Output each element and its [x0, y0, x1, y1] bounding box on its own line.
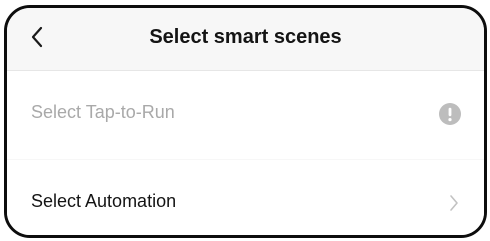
select-tap-to-run-item[interactable]: Select Tap-to-Run	[7, 71, 484, 159]
exclamation-circle-icon	[439, 103, 461, 125]
select-tap-to-run-label: Select Tap-to-Run	[31, 102, 175, 122]
select-automation-label: Select Automation	[31, 191, 177, 211]
scene-selection-screen: Select smart scenes Select Tap-to-Run Se…	[4, 5, 487, 238]
page-title: Select smart scenes	[149, 26, 342, 48]
select-automation-item[interactable]: Select Automation	[7, 160, 484, 235]
chevron-right-icon	[450, 195, 458, 211]
header-bar: Select smart scenes	[7, 8, 484, 71]
